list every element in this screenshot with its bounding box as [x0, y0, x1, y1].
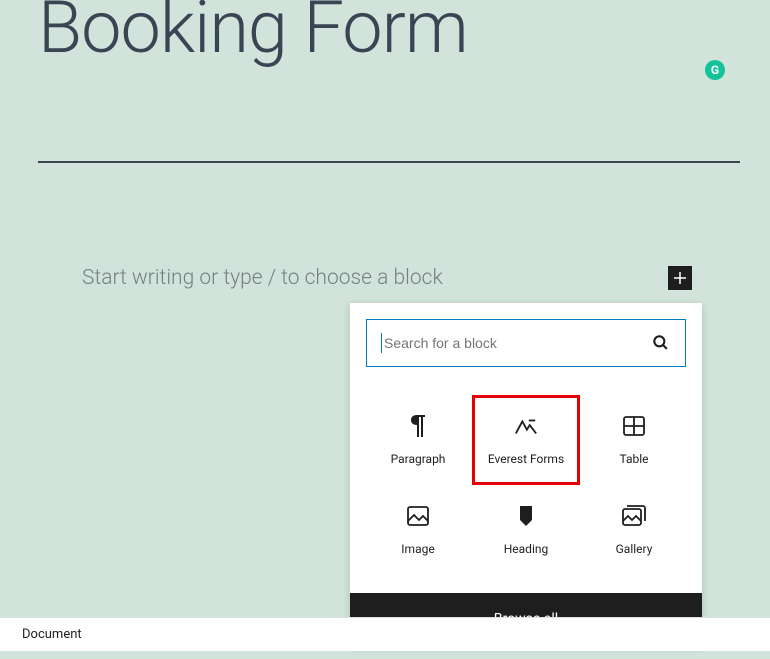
search-container: [350, 303, 702, 383]
blocks-grid: Paragraph Everest Forms Table: [350, 383, 702, 593]
editor-prompt-row: Start writing or type / to choose a bloc…: [82, 266, 692, 290]
editor-placeholder[interactable]: Start writing or type / to choose a bloc…: [82, 266, 443, 290]
block-label: Image: [401, 542, 434, 556]
paragraph-icon: [406, 414, 430, 438]
search-icon: [651, 333, 671, 353]
block-item-image[interactable]: Image: [364, 485, 472, 575]
heading-icon: [514, 504, 538, 528]
divider: [38, 161, 740, 163]
page-title[interactable]: Booking Form: [0, 0, 770, 64]
block-label: Heading: [504, 542, 549, 556]
search-box[interactable]: [366, 319, 686, 367]
block-item-table[interactable]: Table: [580, 395, 688, 485]
text-cursor: [381, 333, 382, 353]
block-item-paragraph[interactable]: Paragraph: [364, 395, 472, 485]
plus-icon: [672, 270, 688, 286]
image-icon: [406, 504, 430, 528]
block-label: Gallery: [616, 542, 653, 556]
add-block-button[interactable]: [668, 266, 692, 290]
block-inserter-popover: Paragraph Everest Forms Table: [350, 303, 702, 645]
table-icon: [622, 414, 646, 438]
block-label: Paragraph: [391, 452, 446, 466]
block-label: Everest Forms: [488, 452, 564, 466]
everest-forms-icon: [514, 414, 538, 438]
search-input[interactable]: [384, 335, 651, 351]
block-item-gallery[interactable]: Gallery: [580, 485, 688, 575]
grammarly-icon[interactable]: G: [705, 60, 725, 80]
block-item-heading[interactable]: Heading: [472, 485, 580, 575]
block-label: Table: [619, 452, 648, 466]
footer-breadcrumb-bar: Document: [0, 617, 770, 651]
block-item-everest-forms[interactable]: Everest Forms: [472, 395, 580, 485]
breadcrumb-document[interactable]: Document: [22, 627, 82, 642]
gallery-icon: [622, 504, 646, 528]
